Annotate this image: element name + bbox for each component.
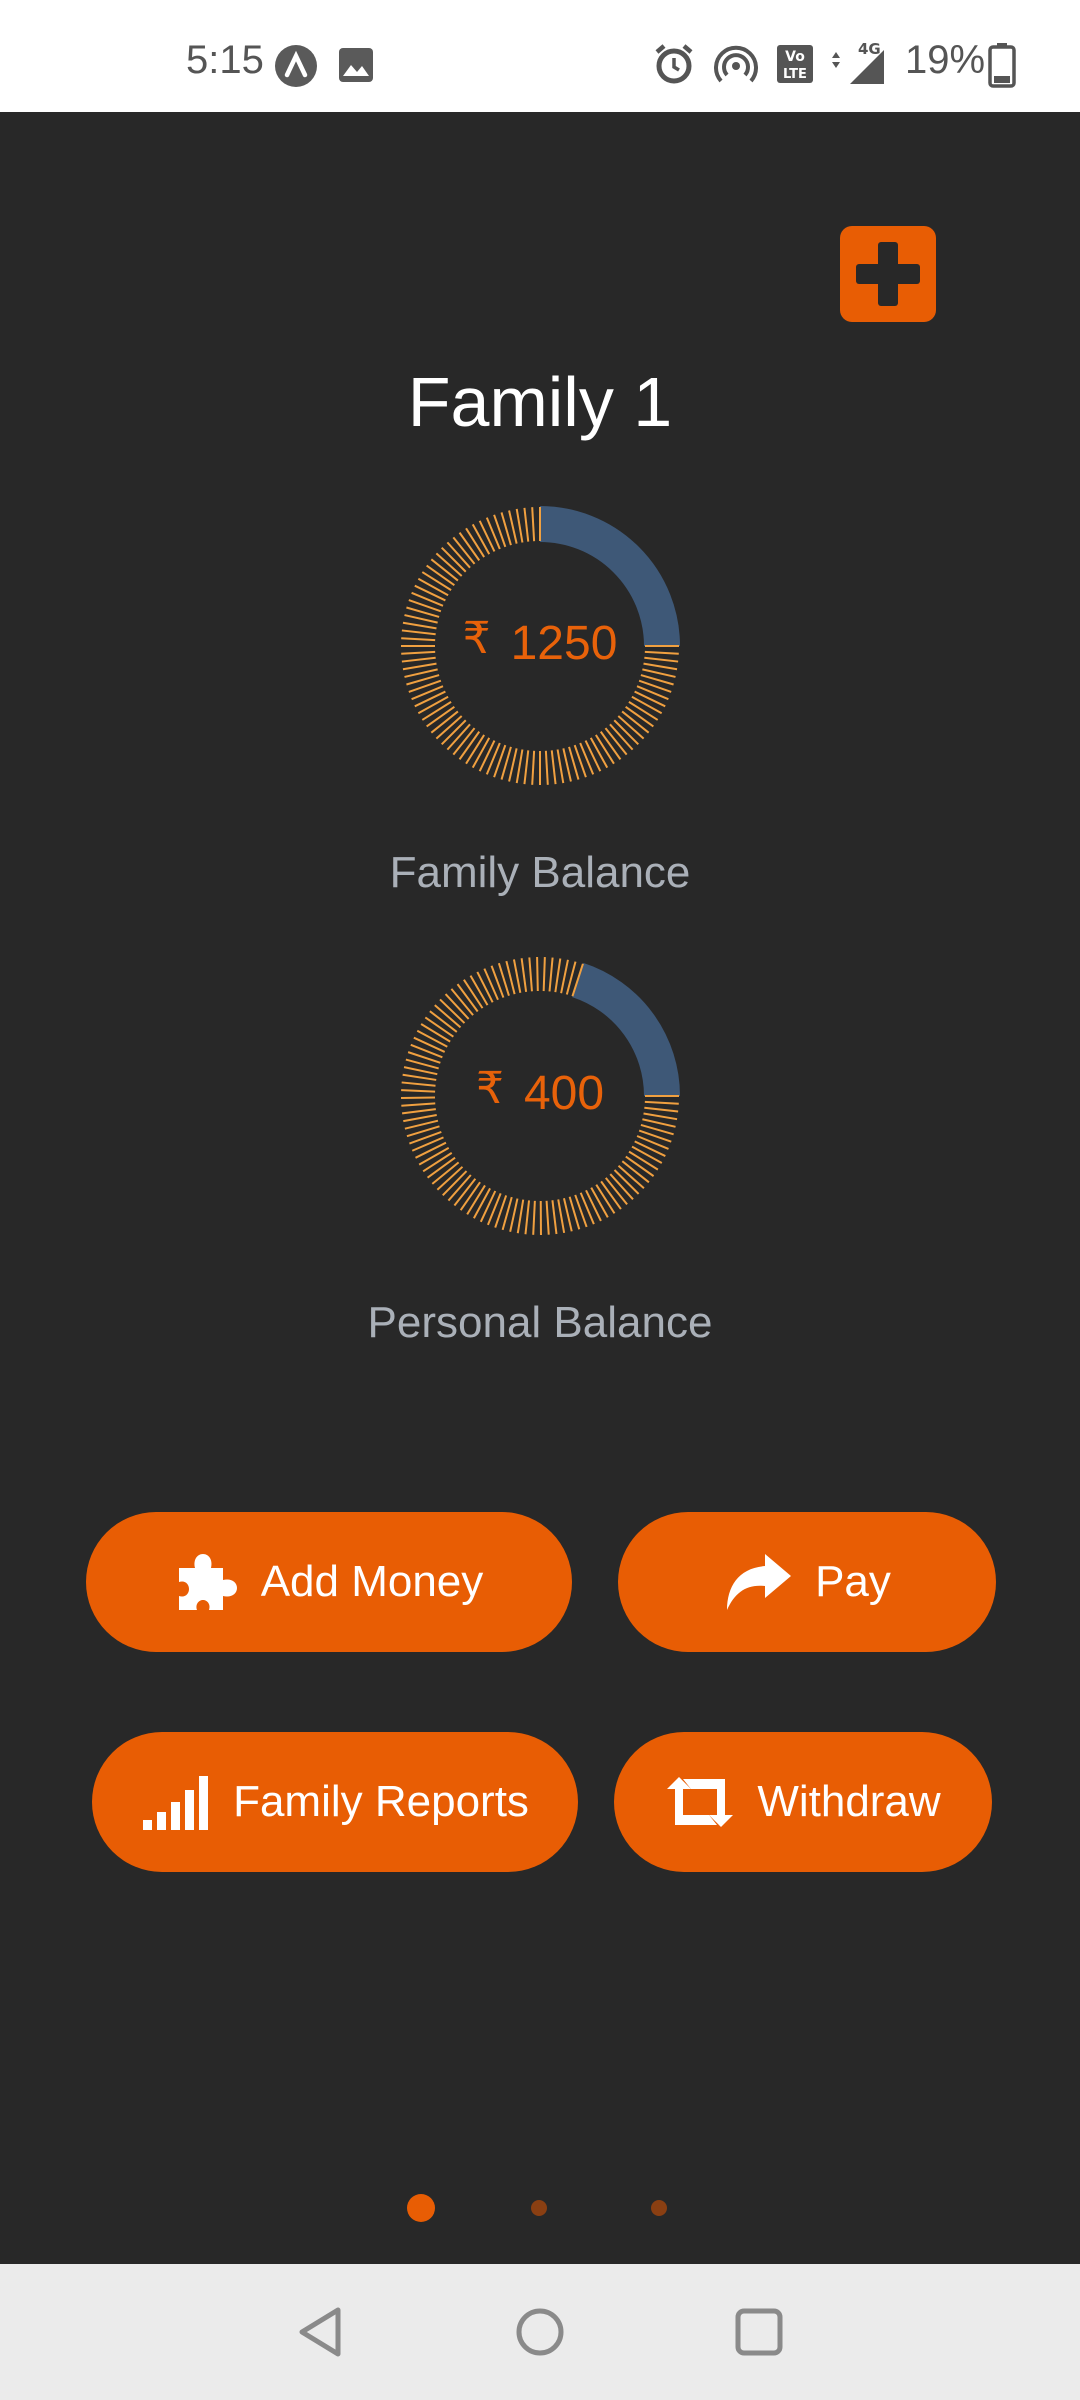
family-balance-chart: ₹1250	[400, 506, 680, 786]
plus-icon	[840, 242, 936, 326]
pay-button[interactable]: Pay	[618, 1512, 996, 1652]
family-balance-amount: ₹1250	[400, 614, 680, 671]
add-money-button[interactable]: Add Money	[86, 1512, 572, 1652]
battery-icon	[988, 42, 1016, 93]
battery-percent: 19%	[905, 38, 986, 82]
withdraw-button[interactable]: Withdraw	[614, 1732, 992, 1872]
page-title: Family 1	[407, 363, 673, 441]
page-dot-3[interactable]	[651, 2200, 667, 2216]
page-indicator	[0, 2192, 1080, 2222]
withdraw-label: Withdraw	[757, 1777, 941, 1826]
signal-icon: 4G	[828, 40, 888, 93]
alarm-icon	[652, 42, 696, 91]
image-icon	[338, 47, 374, 88]
home-icon[interactable]	[514, 2306, 566, 2363]
status-time: 5:15	[186, 38, 264, 82]
family-reports-label: Family Reports	[233, 1777, 529, 1826]
back-icon[interactable]	[296, 2306, 346, 2363]
rupee-symbol: ₹	[462, 614, 491, 663]
pay-label: Pay	[815, 1557, 891, 1606]
add-family-button[interactable]	[840, 226, 936, 322]
page-dot-2[interactable]	[531, 2200, 547, 2216]
status-bar: 5:15 Vo LTE 4G 19%	[0, 0, 1080, 112]
personal-balance-value: 400	[523, 1067, 605, 1120]
personal-balance-chart: ₹400	[400, 956, 680, 1236]
volte-icon: Vo LTE	[776, 44, 814, 89]
app-logo-icon	[274, 44, 318, 93]
svg-text:4G: 4G	[858, 40, 881, 58]
family-balance-value: 1250	[510, 617, 618, 670]
personal-balance-amount: ₹400	[400, 1064, 680, 1121]
puzzle-icon	[175, 1552, 239, 1612]
navigation-bar	[0, 2264, 1080, 2400]
svg-text:LTE: LTE	[783, 67, 807, 82]
page-dot-1[interactable]	[407, 2194, 435, 2222]
family-balance-label: Family Balance	[389, 848, 691, 897]
recents-icon[interactable]	[734, 2306, 784, 2363]
signal-bars-icon	[141, 1772, 211, 1832]
share-arrow-icon	[723, 1552, 793, 1612]
family-reports-button[interactable]: Family Reports	[92, 1732, 578, 1872]
add-money-label: Add Money	[260, 1557, 484, 1606]
retweet-icon	[665, 1775, 735, 1829]
personal-balance-label: Personal Balance	[367, 1298, 713, 1347]
svg-text:Vo: Vo	[785, 49, 805, 65]
rupee-symbol: ₹	[475, 1064, 504, 1113]
hotspot-icon	[714, 44, 758, 93]
